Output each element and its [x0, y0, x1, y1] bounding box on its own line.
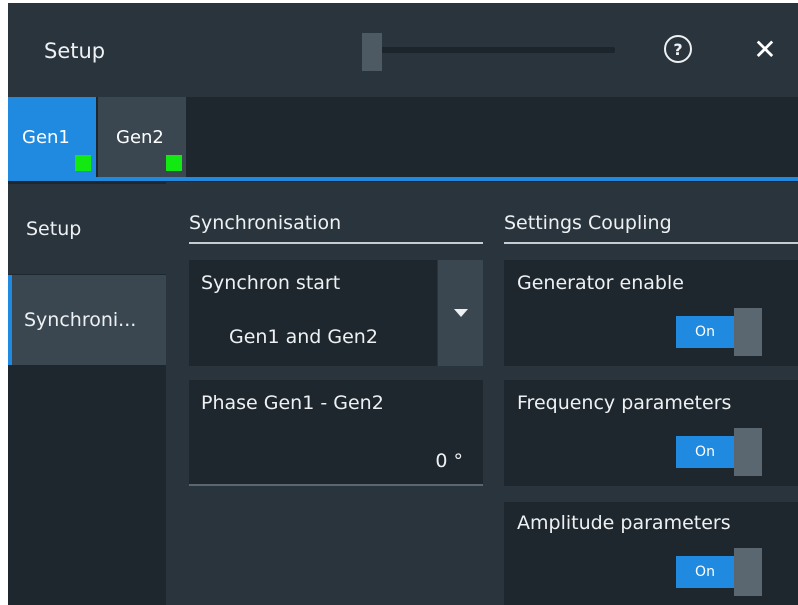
- transparency-slider-track[interactable]: [362, 47, 615, 53]
- help-icon[interactable]: ?: [664, 35, 692, 63]
- active-item-accent: [8, 275, 12, 365]
- tab-underline: [8, 177, 798, 181]
- frequency-parameters-label: Frequency parameters: [517, 392, 732, 414]
- synchron-start-dropdown-button[interactable]: [438, 260, 483, 366]
- content-area: Setup Synchroni... Synchronisation Synch…: [8, 182, 798, 605]
- generator-enable-label: Generator enable: [517, 272, 684, 294]
- divider: [504, 242, 798, 244]
- amplitude-parameters-toggle[interactable]: On: [676, 548, 764, 596]
- gen1-status-indicator: [75, 155, 91, 171]
- generator-enable-toggle[interactable]: On: [676, 308, 764, 356]
- toggle-state-label: On: [676, 316, 734, 348]
- sidebar-item-label: Synchroni...: [24, 309, 137, 331]
- amplitude-parameters-label: Amplitude parameters: [517, 512, 731, 534]
- chevron-down-icon: [453, 309, 468, 317]
- dialog-title: Setup: [44, 39, 106, 63]
- sidebar-item-synchronisation[interactable]: Synchroni...: [8, 275, 166, 365]
- tab-gen2-label: Gen2: [116, 127, 164, 148]
- toggle-knob: [734, 548, 762, 596]
- synchronisation-heading: Synchronisation: [189, 212, 342, 234]
- setup-dialog: Setup ? ✕ Gen1 Gen2 Setup Synchroni... S…: [8, 3, 798, 605]
- generator-enable-setting: Generator enable On: [504, 260, 798, 366]
- toggle-knob: [734, 308, 762, 356]
- toggle-state-label: On: [676, 556, 734, 588]
- synchron-start-value: Gen1 and Gen2: [229, 326, 378, 348]
- title-bar: Setup ? ✕: [8, 3, 798, 97]
- tab-gen1-label: Gen1: [22, 127, 70, 148]
- amplitude-parameters-setting: Amplitude parameters On: [504, 502, 798, 605]
- sidebar-item-label: Setup: [26, 218, 82, 240]
- gen2-status-indicator: [166, 155, 182, 171]
- synchron-start-label: Synchron start: [201, 272, 341, 294]
- divider: [189, 242, 483, 244]
- toggle-state-label: On: [676, 436, 734, 468]
- main-panel: Synchronisation Synchron start Gen1 and …: [170, 182, 798, 605]
- transparency-slider-thumb[interactable]: [362, 33, 382, 71]
- phase-input-field[interactable]: Phase Gen1 - Gen2 0 °: [189, 380, 483, 484]
- frequency-parameters-setting: Frequency parameters On: [504, 380, 798, 486]
- phase-value: 0 °: [435, 450, 463, 472]
- frequency-parameters-toggle[interactable]: On: [676, 428, 764, 476]
- tab-gen1[interactable]: Gen1: [8, 97, 96, 177]
- toggle-knob: [734, 428, 762, 476]
- divider: [189, 484, 483, 486]
- generator-tab-bar: Gen1 Gen2: [8, 97, 798, 182]
- phase-label: Phase Gen1 - Gen2: [201, 392, 384, 414]
- settings-coupling-heading: Settings Coupling: [504, 212, 672, 234]
- synchron-start-combobox[interactable]: Synchron start Gen1 and Gen2: [189, 260, 437, 366]
- side-navigation: Setup Synchroni...: [8, 182, 166, 605]
- tab-gen2[interactable]: Gen2: [98, 97, 186, 177]
- close-icon[interactable]: ✕: [750, 33, 780, 66]
- sidebar-item-setup[interactable]: Setup: [8, 184, 166, 274]
